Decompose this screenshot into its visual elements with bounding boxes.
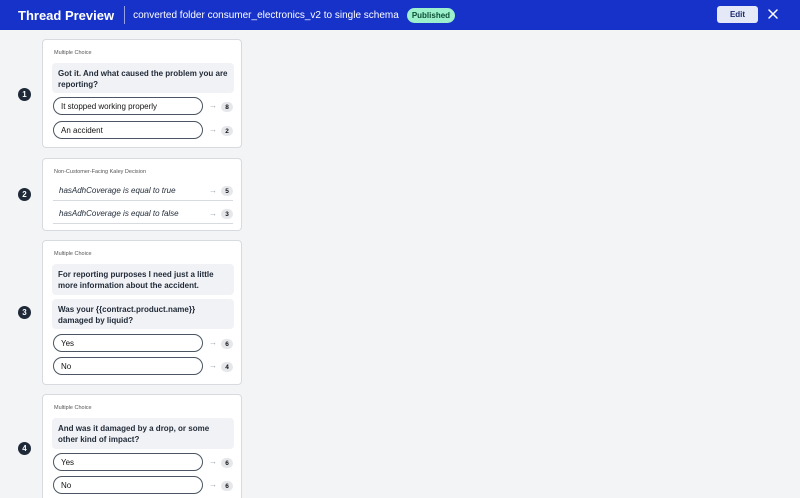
page-title: Thread Preview xyxy=(18,7,115,23)
step-card: Non-Customer-Facing Kaley Decision hasAd… xyxy=(42,158,242,231)
option-button[interactable]: An accident xyxy=(53,121,203,139)
step-type: Multiple Choice xyxy=(54,251,92,257)
option-button[interactable]: Yes xyxy=(53,453,203,471)
thread-name: converted folder consumer_electronics_v2… xyxy=(133,9,399,21)
step-number: 3 xyxy=(18,306,31,319)
option-button[interactable]: No xyxy=(53,357,203,375)
step-card: Multiple Choice And was it damaged by a … xyxy=(42,394,242,498)
step-card: Multiple Choice Got it. And what caused … xyxy=(42,39,242,148)
condition-divider xyxy=(53,200,233,201)
arrow-right-icon: → xyxy=(209,101,217,110)
bot-message: Was your {{contract.product.name}} damag… xyxy=(52,299,234,329)
step-number: 1 xyxy=(18,88,31,101)
status-badge: Published xyxy=(406,7,456,23)
option-button[interactable]: Yes xyxy=(53,334,203,352)
step-type: Non-Customer-Facing Kaley Decision xyxy=(54,169,147,175)
condition-label: hasAdhCoverage is equal to true xyxy=(59,186,176,195)
step-type: Multiple Choice xyxy=(54,50,92,56)
target-step-badge: 4 xyxy=(221,362,233,372)
edit-button[interactable]: Edit xyxy=(717,6,758,23)
step-number: 4 xyxy=(18,442,31,455)
target-step-badge: 2 xyxy=(221,126,233,136)
arrow-right-icon: → xyxy=(209,457,217,466)
step-card: Multiple Choice For reporting purposes I… xyxy=(42,240,242,385)
top-bar: Thread Preview converted folder consumer… xyxy=(0,0,800,30)
bot-message: And was it damaged by a drop, or some ot… xyxy=(52,418,234,449)
arrow-right-icon: → xyxy=(209,361,217,370)
target-step-badge: 5 xyxy=(221,186,233,196)
condition-label: hasAdhCoverage is equal to false xyxy=(59,209,179,218)
header-divider xyxy=(124,6,126,24)
arrow-right-icon: → xyxy=(209,338,217,347)
close-icon[interactable] xyxy=(767,8,779,20)
target-step-badge: 3 xyxy=(221,209,233,219)
arrow-right-icon: → xyxy=(209,186,217,195)
target-step-badge: 6 xyxy=(221,481,233,491)
step-number: 2 xyxy=(18,188,31,201)
arrow-right-icon: → xyxy=(209,209,217,218)
option-button[interactable]: It stopped working properly xyxy=(53,97,203,115)
option-button[interactable]: No xyxy=(53,476,203,494)
step-type: Multiple Choice xyxy=(54,405,92,411)
arrow-right-icon: → xyxy=(209,125,217,134)
target-step-badge: 6 xyxy=(221,458,233,468)
condition-divider xyxy=(53,223,233,224)
arrow-right-icon: → xyxy=(209,480,217,489)
target-step-badge: 8 xyxy=(221,102,233,112)
bot-message: For reporting purposes I need just a lit… xyxy=(52,264,234,295)
bot-message: Got it. And what caused the problem you … xyxy=(52,63,234,93)
target-step-badge: 6 xyxy=(221,339,233,349)
